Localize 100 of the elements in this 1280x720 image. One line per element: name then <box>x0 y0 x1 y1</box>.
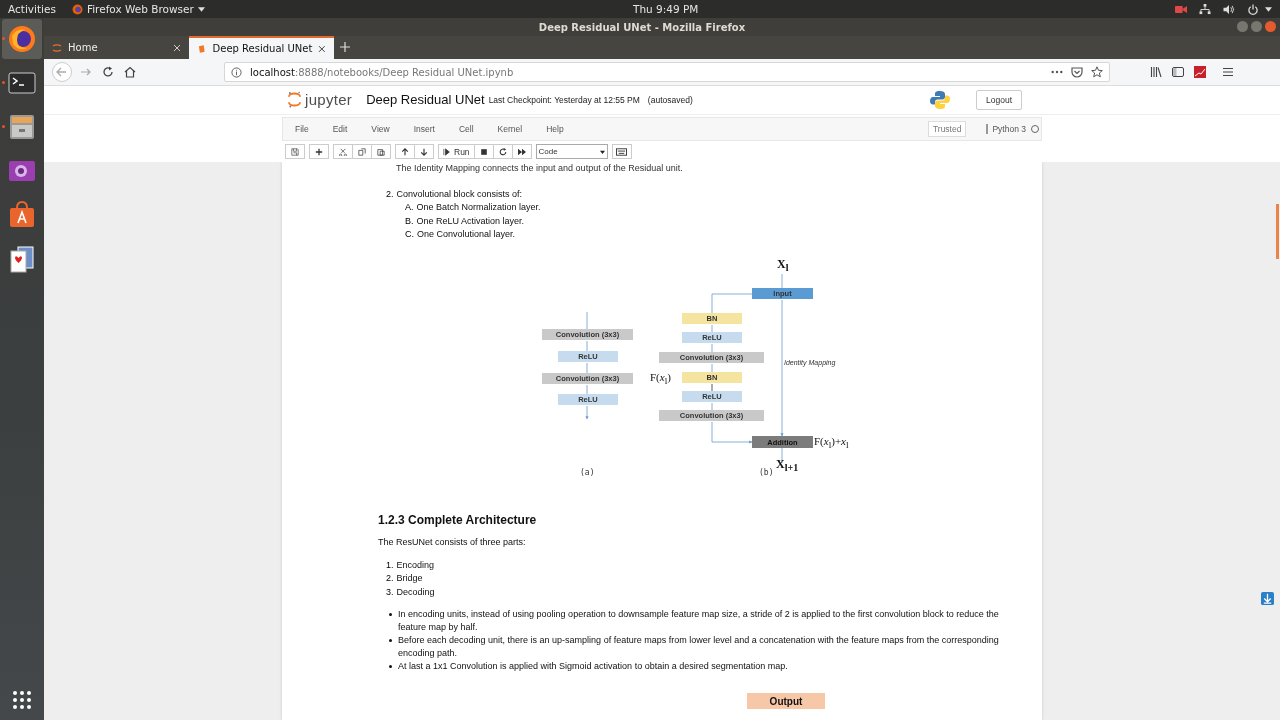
cut-button[interactable] <box>333 144 353 159</box>
down-button[interactable] <box>414 144 434 159</box>
menu-item[interactable]: File <box>295 124 309 134</box>
list-item: In encoding units, instead of using pooling operation to downsample feature map size, a stride of 2 is applied to the first convolution block to reduce the feature map by half. <box>398 608 1000 635</box>
list-item: Bridge <box>396 572 423 586</box>
jupyter-favicon-icon <box>52 42 62 53</box>
list-number: 2. <box>386 188 394 201</box>
run-icon <box>443 147 451 156</box>
home-icon[interactable] <box>124 66 136 78</box>
copy-icon <box>358 147 366 156</box>
pocket-icon[interactable] <box>1071 66 1083 78</box>
list-marker: C. <box>405 227 414 241</box>
power-icon[interactable] <box>1247 3 1259 15</box>
list-item: Encoding <box>396 559 435 573</box>
up-button[interactable] <box>395 144 415 159</box>
list-item: Before each decoding unit, there is an up-sampling of feature maps from lower level and a concatenation with the feature maps from the corresponding encoding path. <box>398 634 1000 661</box>
kernel-name[interactable]: Python 3 <box>986 124 1026 134</box>
list-number: 2. <box>386 572 394 586</box>
window-title: Deep Residual UNet - Mozilla Firefox <box>538 21 746 33</box>
python-logo-icon <box>930 89 950 110</box>
keyboard-button[interactable] <box>611 144 632 159</box>
stop-icon <box>479 147 488 156</box>
firefox-icon <box>7 24 37 54</box>
notebook-name[interactable]: Deep Residual UNet <box>366 92 485 107</box>
paste-button[interactable] <box>371 144 391 159</box>
caret-icon[interactable] <box>1265 6 1272 12</box>
network-icon[interactable] <box>1199 3 1211 15</box>
paragraph: The Identity Mapping connects the input and output of the Residual unit. <box>395 162 684 175</box>
shopping-bag-icon <box>7 200 37 230</box>
menu-item[interactable]: Kernel <box>497 124 523 134</box>
list-marker: B. <box>405 214 414 228</box>
output-symbol: X$_{l+1}$ <box>776 457 799 474</box>
library-icon[interactable] <box>1150 66 1162 78</box>
list-item: One ReLU Activation layer. <box>416 214 525 228</box>
firefox-icon <box>71 3 83 15</box>
new-tab-icon[interactable] <box>340 42 350 52</box>
list-number: 3. <box>386 585 394 599</box>
list-item: At last a 1x1 Convolution is applied with Sigmoid activation to obtain a desired segmentation map. <box>398 660 788 674</box>
save-button[interactable] <box>285 144 305 159</box>
cell-type-dropdown[interactable]: Code <box>535 144 608 159</box>
activities-button[interactable]: Activities <box>0 3 64 15</box>
list-number: 1. <box>386 559 394 573</box>
caret-icon[interactable] <box>197 6 205 12</box>
trusted-badge[interactable]: Trusted <box>927 121 967 137</box>
run-button[interactable]: Run <box>438 144 475 159</box>
logout-button[interactable]: Logout <box>976 89 1022 110</box>
book-favicon-icon <box>197 43 207 54</box>
list-item: Convolutional block consists of: <box>396 188 523 201</box>
scissors-icon <box>339 147 347 156</box>
bullet-icon <box>389 665 392 669</box>
residual-label: F(x$_{l}$) <box>650 371 671 387</box>
output-block: Output <box>747 693 825 710</box>
scroll-down-icon[interactable] <box>1261 592 1274 605</box>
menu-item[interactable]: Help <box>546 124 564 134</box>
apps-grid-icon[interactable] <box>12 690 32 710</box>
clock[interactable]: Thu 9:49 PM <box>633 3 699 15</box>
dock-item[interactable] <box>2 19 42 59</box>
panel-caption: (b) <box>759 468 774 478</box>
keyboard-icon <box>616 147 628 156</box>
list-marker: A. <box>405 201 414 215</box>
bullet-icon <box>389 613 392 617</box>
copy-button[interactable] <box>352 144 372 159</box>
bullet-icon <box>389 639 392 643</box>
browser-tab[interactable]: Deep Residual UNet <box>189 36 334 59</box>
menu-item[interactable]: Insert <box>413 124 435 134</box>
url-text: localhost:8888/notebooks/Deep Residual UNet.ipynb <box>250 66 514 78</box>
reload-icon[interactable] <box>102 66 114 78</box>
jupyter-logo-icon <box>288 91 301 108</box>
menu-item[interactable]: Edit <box>332 124 348 134</box>
plus-button[interactable] <box>309 144 329 159</box>
arrow-up-icon <box>401 147 409 156</box>
checkpoint-text: Last Checkpoint: Yesterday at 12:55 PM <box>488 94 640 105</box>
menu-icon[interactable] <box>1222 66 1234 78</box>
arrow-down-icon <box>420 147 428 156</box>
close-icon[interactable] <box>318 44 326 53</box>
volume-icon[interactable] <box>1223 3 1235 15</box>
plus-icon <box>315 147 323 156</box>
floppy-icon <box>291 147 299 156</box>
app-menu[interactable]: Firefox Web Browser <box>71 3 194 15</box>
close-button[interactable] <box>1265 21 1276 32</box>
menu-item[interactable]: View <box>371 124 390 134</box>
paste-icon <box>377 147 385 156</box>
sidebar-icon[interactable] <box>1172 66 1184 78</box>
paragraph: The ResUNet consists of three parts: <box>378 536 527 550</box>
menu-item[interactable]: Cell <box>458 124 474 134</box>
address-bar[interactable]: localhost:8888/notebooks/Deep Residual UNet.ipynb <box>224 62 1110 82</box>
fast-forward-icon <box>517 147 526 156</box>
autosave-status: (autosaved) <box>647 94 693 105</box>
star-icon[interactable] <box>1091 66 1103 78</box>
sum-label: F(x$_{l}$)+x$_{l}$ <box>814 435 849 451</box>
camera-icon[interactable] <box>1175 3 1187 15</box>
browser-tab[interactable]: Home <box>44 36 189 59</box>
caret-icon <box>599 148 605 155</box>
jupyter-logo-text[interactable]: jupyter <box>305 91 353 108</box>
list-item: One Batch Normalization layer. <box>416 201 541 215</box>
list-item: One Convolutional layer. <box>417 227 516 241</box>
restart-icon <box>498 147 507 156</box>
chart-icon[interactable] <box>1194 66 1206 78</box>
section-heading: 1.2.3 Complete Architecture <box>378 512 538 529</box>
info-icon[interactable] <box>231 66 242 78</box>
